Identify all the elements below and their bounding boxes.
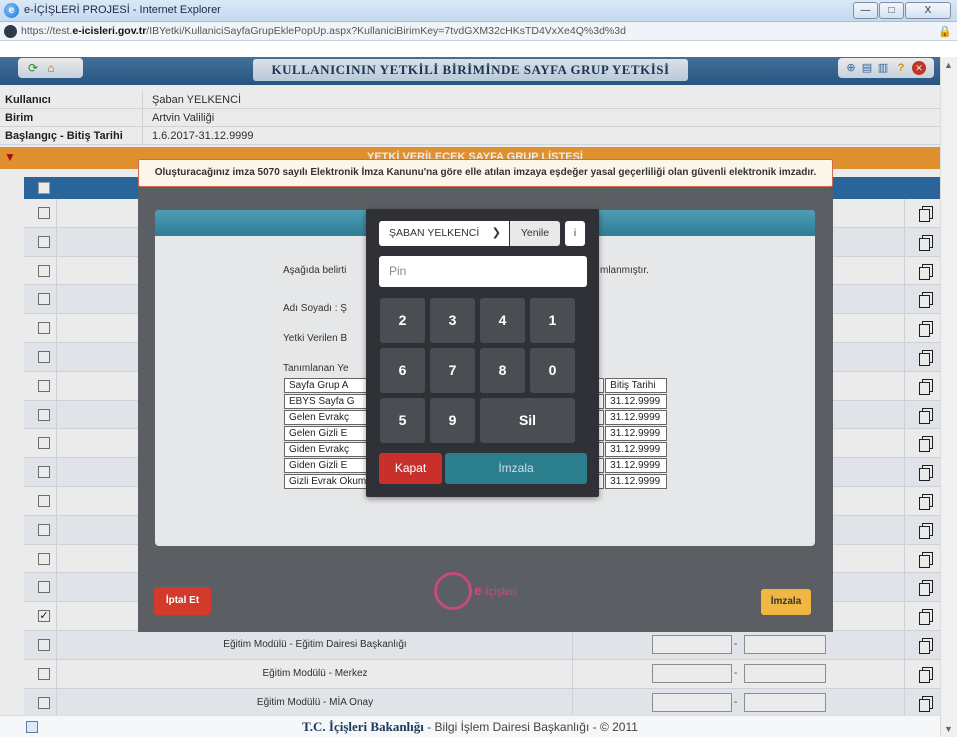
summary-end-cell: 31.12.9999 — [605, 410, 667, 425]
page-footer: T.C. İçişleri Bakanlığı - Bilgi İşlem Da… — [0, 715, 940, 737]
e-icisleri-logo: e-İçişleri — [426, 572, 546, 612]
summary-end-cell: 31.12.9999 — [605, 394, 667, 409]
pin-key[interactable]: 2 — [380, 298, 425, 343]
info-button[interactable]: i — [565, 221, 585, 246]
status-icon — [26, 721, 38, 733]
url-domain: e-icisleri.gov.tr — [72, 25, 147, 37]
summary-unit-label: Yetki Verilen B — [283, 333, 348, 344]
site-icon — [4, 25, 17, 38]
certificate-value: ŞABAN YELKENCİ — [389, 227, 480, 239]
scroll-up-icon[interactable]: ▲ — [944, 60, 953, 70]
esign-warning: Oluşturacağınız imza 5070 sayılı Elektro… — [138, 159, 833, 187]
summary-intro-right: mlanmıştır. — [600, 265, 649, 276]
footer-text: - Bilgi İşlem Dairesi Başkanlığı - © 201… — [423, 720, 638, 734]
delete-key[interactable]: Sil — [480, 398, 575, 443]
summary-end-cell: 31.12.9999 — [605, 458, 667, 473]
summary-end-cell: 31.12.9999 — [605, 474, 667, 489]
refresh-button[interactable]: Yenile — [510, 221, 560, 246]
ie-logo-icon: e — [4, 3, 19, 18]
summary-end-cell: Bitiş Tarihi — [605, 378, 667, 393]
logo-mark-icon — [434, 572, 472, 610]
pin-sign-button[interactable]: İmzala — [445, 453, 587, 484]
window-titlebar: e e-İÇİŞLERİ PROJESİ - Internet Explorer… — [0, 0, 957, 22]
certificate-select[interactable]: ŞABAN YELKENCİ ❯ — [379, 221, 509, 246]
pin-key[interactable]: 1 — [530, 298, 575, 343]
footer-org: T.C. İçişleri Bakanlığı — [302, 719, 424, 734]
minimize-button[interactable]: — — [853, 2, 878, 19]
summary-end-cell: 31.12.9999 — [605, 426, 667, 441]
maximize-button[interactable]: □ — [879, 2, 904, 19]
logo-e: e — [474, 582, 482, 598]
cancel-button[interactable]: İptal Et — [154, 587, 211, 615]
url-prefix: https://test. — [21, 25, 73, 37]
pin-key[interactable]: 6 — [380, 348, 425, 393]
pin-key[interactable]: 3 — [430, 298, 475, 343]
url-text[interactable]: https://test.e-icisleri.gov.tr/IBYetki/K… — [21, 25, 626, 37]
url-path: /IBYetki/KullaniciSayfaGrupEklePopUp.asp… — [146, 25, 626, 37]
logo-suffix: -İçişleri — [481, 586, 517, 598]
close-button[interactable]: Kapat — [379, 453, 442, 484]
pin-key[interactable]: 9 — [430, 398, 475, 443]
summary-defined-label: Tanımlanan Ye — [283, 363, 349, 374]
window-title: e-İÇİŞLERİ PROJESİ - Internet Explorer — [24, 4, 221, 16]
summary-end-cell: 31.12.9999 — [605, 442, 667, 457]
close-window-button[interactable]: X — [905, 2, 951, 19]
pin-key[interactable]: 5 — [380, 398, 425, 443]
address-bar[interactable]: https://test.e-icisleri.gov.tr/IBYetki/K… — [0, 22, 957, 41]
pin-pad: ŞABAN YELKENCİ ❯ Yenile i Pin Kapat İmza… — [366, 209, 599, 497]
summary-intro-left: Aşağıda belirti — [283, 265, 347, 276]
pin-key[interactable]: 0 — [530, 348, 575, 393]
vertical-scrollbar[interactable]: ▲ ▼ — [940, 57, 957, 737]
pin-input[interactable]: Pin — [379, 256, 587, 287]
summary-name-label: Adı Soyadı : Ş — [283, 303, 347, 314]
pin-key[interactable]: 7 — [430, 348, 475, 393]
scroll-down-icon[interactable]: ▼ — [944, 724, 953, 734]
lock-icon[interactable]: 🔒 — [938, 25, 952, 38]
logo-text: e-İçişleri — [474, 582, 517, 598]
chevron-down-icon: ❯ — [491, 227, 501, 239]
sign-button[interactable]: İmzala — [761, 589, 811, 615]
pin-key[interactable]: 8 — [480, 348, 525, 393]
pin-key[interactable]: 4 — [480, 298, 525, 343]
